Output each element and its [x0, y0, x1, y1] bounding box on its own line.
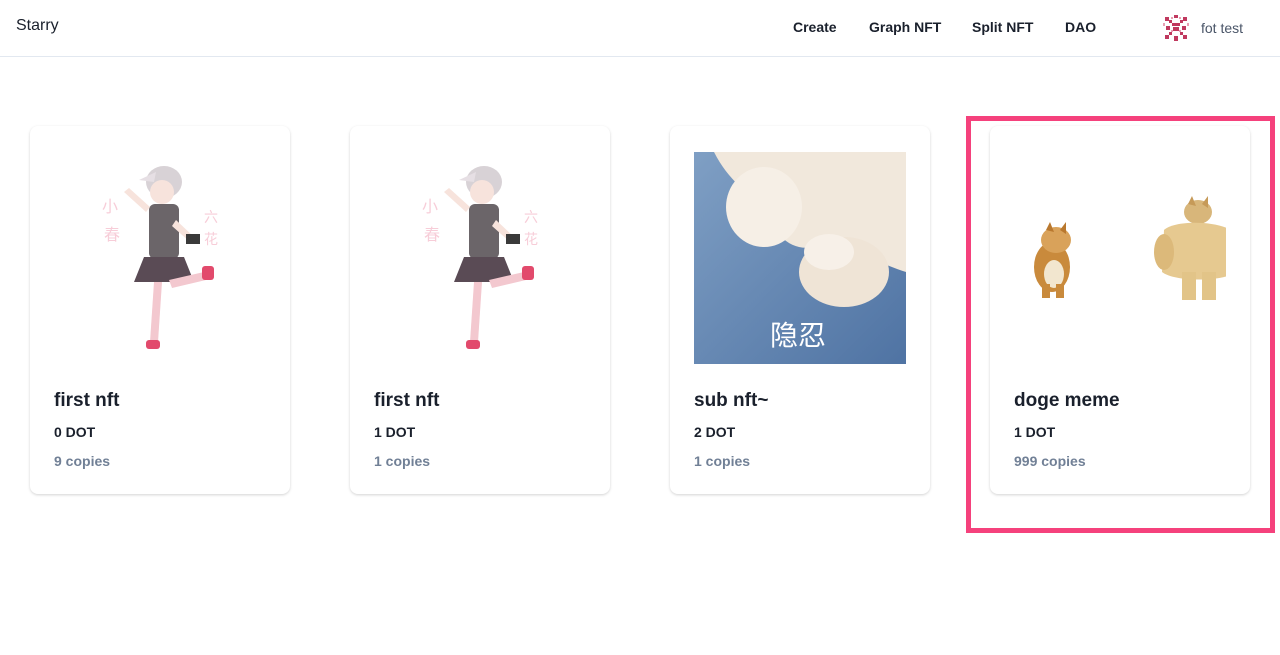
- svg-text:小: 小: [102, 197, 118, 216]
- nft-card[interactable]: 小 春 六 花 first nft 0 DOT 9 copies: [30, 126, 290, 494]
- nft-copies: 1 copies: [694, 453, 751, 469]
- nft-price: 1 DOT: [374, 424, 416, 440]
- nft-copies: 999 copies: [1014, 453, 1086, 469]
- top-navbar: Starry Create Graph NFT Split NFT DAO fo…: [0, 0, 1280, 57]
- account-name: fot test: [1201, 20, 1244, 36]
- nft-image: 隐忍: [694, 152, 906, 364]
- nft-title: first nft: [374, 390, 440, 411]
- svg-text:六: 六: [524, 210, 538, 226]
- svg-text:花: 花: [204, 232, 218, 248]
- nft-image: [1014, 152, 1226, 364]
- nft-title: sub nft~: [694, 390, 769, 411]
- anime-girl-illustration-icon: 小 春 六 花: [422, 166, 538, 349]
- nft-price: 2 DOT: [694, 424, 736, 440]
- nav-create-link[interactable]: Create: [793, 19, 837, 35]
- doge-meme-icon: [1034, 196, 1226, 300]
- image-caption: 隐忍: [770, 319, 827, 352]
- nav-split-nft-link[interactable]: Split NFT: [972, 19, 1033, 35]
- nft-image: 小 春 六 花: [54, 152, 266, 364]
- nft-card[interactable]: 小 春 六 花 first nft 1 DOT 1 copies: [350, 126, 610, 494]
- nft-price: 1 DOT: [1014, 424, 1056, 440]
- nft-card[interactable]: 隐忍 sub nft~ 2 DOT 1 copies: [670, 126, 930, 494]
- nft-price: 0 DOT: [54, 424, 96, 440]
- brand-logo[interactable]: Starry: [16, 17, 59, 35]
- nft-card[interactable]: doge meme 1 DOT 999 copies: [990, 126, 1250, 494]
- nft-title: first nft: [54, 390, 120, 411]
- nft-title: doge meme: [1014, 390, 1120, 411]
- identicon-avatar-icon: [1163, 15, 1189, 41]
- nft-copies: 1 copies: [374, 453, 431, 469]
- svg-text:花: 花: [524, 232, 538, 248]
- svg-text:小: 小: [422, 197, 438, 216]
- svg-text:春: 春: [104, 225, 120, 244]
- anime-girl-illustration-icon: 小 春 六 花: [102, 166, 218, 349]
- nft-image: 小 春 六 花: [374, 152, 586, 364]
- svg-text:六: 六: [204, 210, 218, 226]
- svg-text:春: 春: [424, 225, 440, 244]
- nav-dao-link[interactable]: DAO: [1065, 19, 1096, 35]
- account-menu[interactable]: fot test: [1163, 14, 1243, 42]
- nav-graph-nft-link[interactable]: Graph NFT: [869, 19, 941, 35]
- nft-copies: 9 copies: [54, 453, 111, 469]
